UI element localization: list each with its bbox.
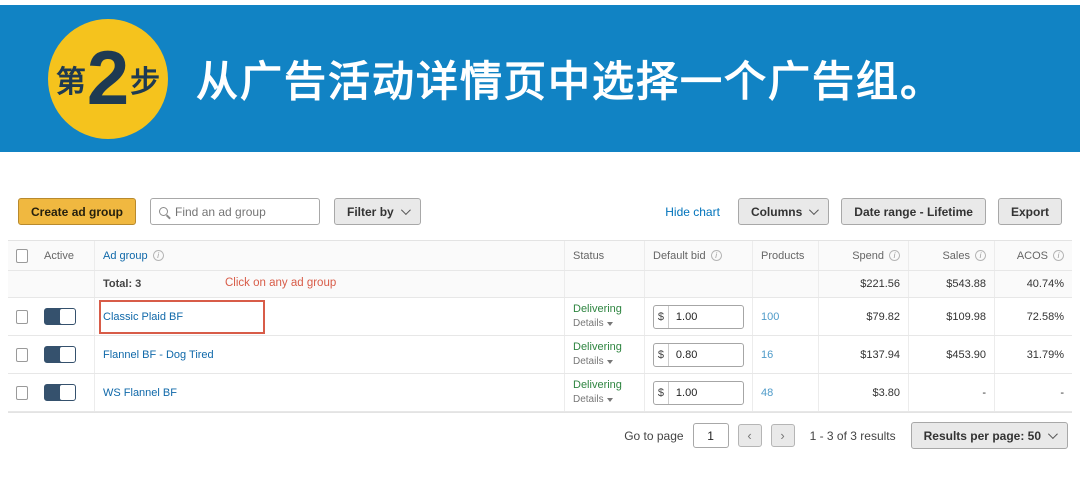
chevron-down-icon [401, 205, 411, 215]
ad-group-link[interactable]: WS Flannel BF [103, 387, 177, 399]
results-count: 1 - 3 of 3 results [810, 429, 896, 443]
chevron-down-icon [809, 205, 819, 215]
hide-chart-link[interactable]: Hide chart [665, 205, 720, 219]
bid-input[interactable] [669, 387, 743, 399]
table-total-row: Total: 3 Click on any ad group $221.56 $… [8, 271, 1072, 298]
chevron-right-icon: › [780, 428, 784, 443]
total-sales: $543.88 [908, 271, 994, 297]
header-status: Status [564, 241, 644, 270]
filter-by-label: Filter by [347, 205, 394, 219]
status-badge: Delivering [573, 302, 622, 317]
total-count: Total: 3 [103, 278, 141, 290]
columns-label: Columns [751, 205, 802, 219]
default-bid-field[interactable]: $ [653, 343, 744, 367]
details-dropdown[interactable]: Details [573, 355, 622, 369]
spend-value: $137.94 [818, 336, 908, 373]
select-all-checkbox[interactable] [16, 249, 28, 263]
active-toggle[interactable] [44, 308, 76, 325]
search-input[interactable] [175, 205, 311, 219]
ad-groups-table: Active Ad group i Status Default bid i P… [8, 240, 1072, 413]
ad-group-toolbar: Create ad group Filter by Hide chart Col… [18, 198, 1062, 225]
step-badge: 第 2 步 [48, 19, 168, 139]
default-bid-field[interactable]: $ [653, 381, 744, 405]
click-annotation: Click on any ad group [225, 277, 336, 289]
total-spend: $221.56 [818, 271, 908, 297]
results-per-page-label: Results per page: 50 [924, 429, 1041, 443]
ad-group-link[interactable]: Classic Plaid BF [103, 311, 183, 323]
table-row: Classic Plaid BF Delivering Details $ 10… [8, 298, 1072, 336]
header-spend: Spend i [818, 241, 908, 270]
header-products: Products [752, 241, 818, 270]
triangle-down-icon [607, 398, 613, 402]
step-number: 2 [87, 41, 129, 117]
products-link[interactable]: 48 [761, 387, 773, 399]
currency-symbol: $ [654, 382, 669, 404]
header-active: Active [36, 241, 94, 270]
products-link[interactable]: 16 [761, 349, 773, 361]
total-acos: 40.74% [994, 271, 1072, 297]
results-per-page-button[interactable]: Results per page: 50 [911, 422, 1068, 449]
spend-value: $79.82 [818, 298, 908, 335]
ad-group-link[interactable]: Flannel BF - Dog Tired [103, 349, 214, 361]
info-icon[interactable]: i [975, 250, 986, 261]
info-icon[interactable]: i [1053, 250, 1064, 261]
acos-value: 31.79% [994, 336, 1072, 373]
sales-value: $109.98 [908, 298, 994, 335]
acos-value: 72.58% [994, 298, 1072, 335]
table-row: WS Flannel BF Delivering Details $ 48 $3… [8, 374, 1072, 412]
step-suffix: 步 [130, 57, 160, 101]
page-number-input[interactable] [693, 423, 729, 448]
header-checkbox-cell [8, 241, 36, 270]
details-dropdown[interactable]: Details [573, 393, 622, 407]
header-ad-group[interactable]: Ad group i [94, 241, 564, 270]
total-label-cell: Total: 3 Click on any ad group [94, 271, 564, 297]
active-toggle[interactable] [44, 384, 76, 401]
pagination-bar: Go to page ‹ › 1 - 3 of 3 results Result… [0, 422, 1068, 449]
sales-value: $453.90 [908, 336, 994, 373]
row-checkbox[interactable] [16, 348, 28, 362]
bid-input[interactable] [669, 349, 743, 361]
products-link[interactable]: 100 [761, 311, 779, 323]
chevron-left-icon: ‹ [747, 428, 751, 443]
row-checkbox[interactable] [16, 386, 28, 400]
table-row: Flannel BF - Dog Tired Delivering Detail… [8, 336, 1072, 374]
status-badge: Delivering [573, 340, 622, 355]
currency-symbol: $ [654, 306, 669, 328]
header-acos: ACOS i [994, 241, 1072, 270]
banner-title: 从广告活动详情页中选择一个广告组。 [196, 48, 944, 109]
prev-page-button[interactable]: ‹ [738, 424, 762, 447]
bid-input[interactable] [669, 311, 743, 323]
details-dropdown[interactable]: Details [573, 317, 622, 331]
info-icon[interactable]: i [889, 250, 900, 261]
export-button[interactable]: Export [998, 198, 1062, 225]
date-range-button[interactable]: Date range - Lifetime [841, 198, 986, 225]
sales-value: - [908, 374, 994, 411]
search-icon [159, 207, 168, 216]
triangle-down-icon [607, 360, 613, 364]
table-header-row: Active Ad group i Status Default bid i P… [8, 241, 1072, 271]
currency-symbol: $ [654, 344, 669, 366]
create-ad-group-button[interactable]: Create ad group [18, 198, 136, 225]
step-banner: 第 2 步 从广告活动详情页中选择一个广告组。 [0, 5, 1080, 152]
find-ad-group-search[interactable] [150, 198, 320, 225]
go-to-page-label: Go to page [624, 429, 683, 443]
filter-by-button[interactable]: Filter by [334, 198, 421, 225]
header-default-bid: Default bid i [644, 241, 752, 270]
status-badge: Delivering [573, 378, 622, 393]
step-prefix: 第 [56, 57, 86, 101]
next-page-button[interactable]: › [771, 424, 795, 447]
columns-button[interactable]: Columns [738, 198, 829, 225]
row-checkbox[interactable] [16, 310, 28, 324]
triangle-down-icon [607, 322, 613, 326]
info-icon[interactable]: i [711, 250, 722, 261]
chevron-down-icon [1048, 429, 1058, 439]
default-bid-field[interactable]: $ [653, 305, 744, 329]
active-toggle[interactable] [44, 346, 76, 363]
toolbar-right-group: Hide chart Columns Date range - Lifetime… [665, 198, 1062, 225]
info-icon[interactable]: i [153, 250, 164, 261]
spend-value: $3.80 [818, 374, 908, 411]
acos-value: - [994, 374, 1072, 411]
header-sales: Sales i [908, 241, 994, 270]
